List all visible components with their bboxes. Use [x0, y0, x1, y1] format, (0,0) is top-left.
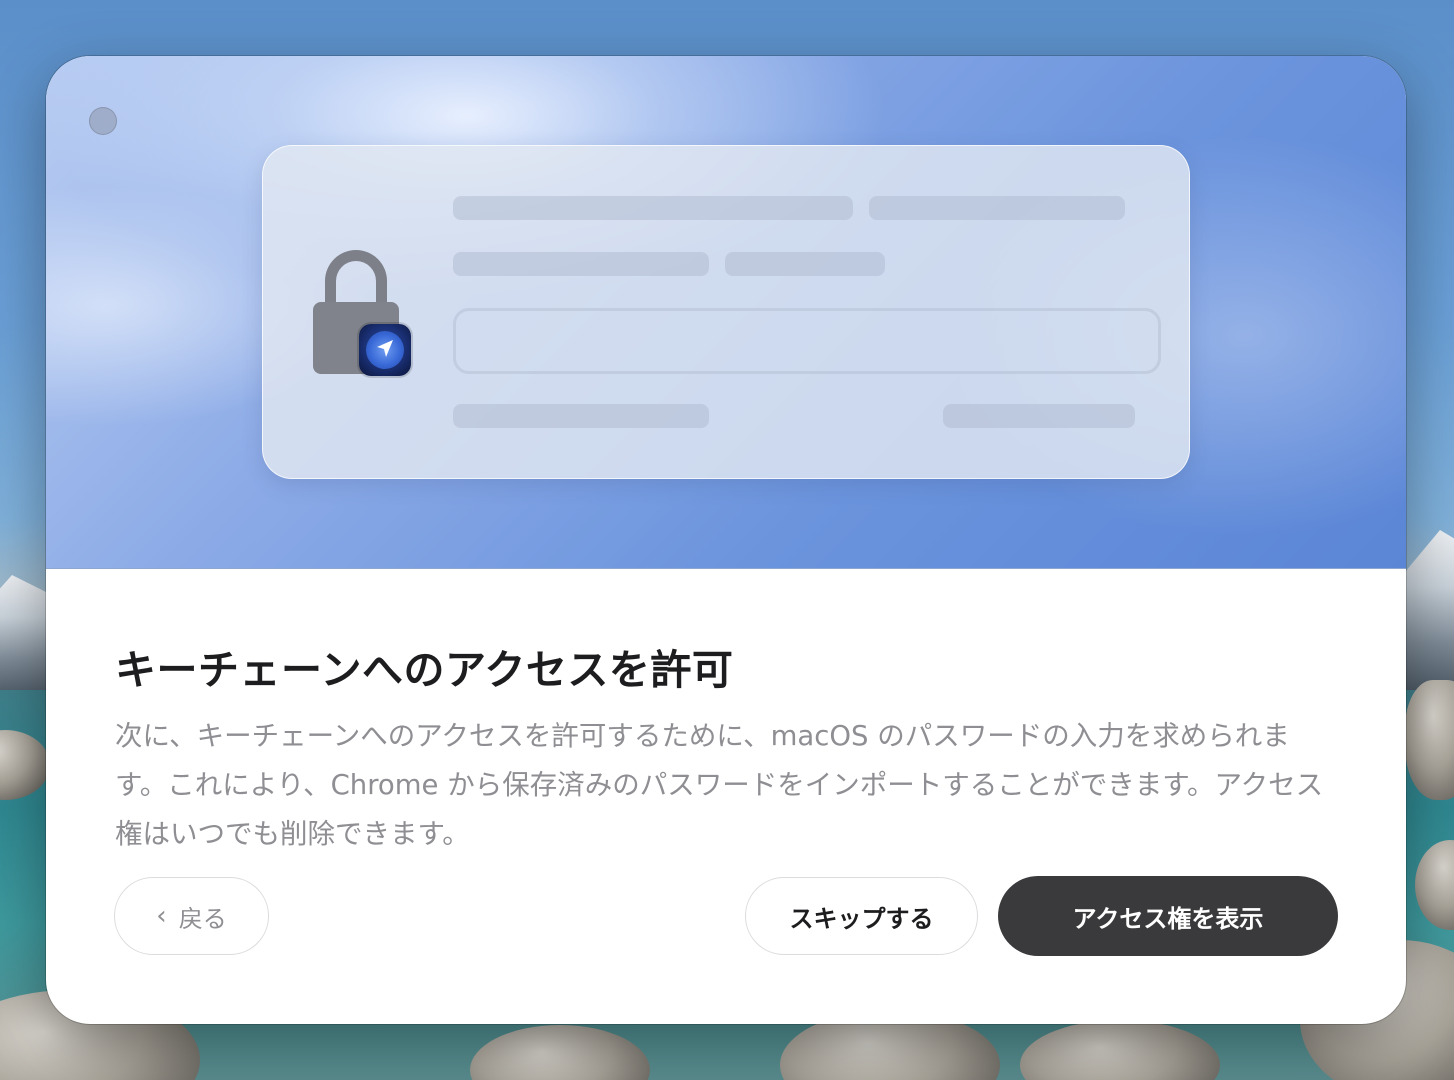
- dialog-description: 次に、キーチェーンへのアクセスを許可するために、macOS のパスワードの入力を…: [115, 720, 1324, 850]
- placeholder-field: [453, 308, 1161, 374]
- lock-icon: [313, 250, 415, 376]
- navigation-arrow-icon: [377, 340, 393, 357]
- placeholder-line: [869, 196, 1125, 220]
- app-badge-icon: [359, 324, 411, 376]
- back-button[interactable]: ‹ 戻る: [114, 877, 269, 955]
- placeholder-line: [453, 404, 709, 428]
- close-dot-icon[interactable]: [89, 107, 117, 135]
- back-button-label: 戻る: [178, 904, 227, 933]
- wallpaper-rock: [1405, 680, 1454, 800]
- keychain-access-dialog: キーチェーンへのアクセスを許可 次に、キーチェーンへのアクセスを許可するために、…: [46, 56, 1406, 1024]
- wallpaper-mountain: [1400, 530, 1454, 690]
- placeholder-line: [453, 196, 853, 220]
- show-access-button-label: アクセス権を表示: [1072, 904, 1264, 933]
- skip-button[interactable]: スキップする: [745, 877, 978, 955]
- chevron-left-icon: ‹: [156, 901, 167, 931]
- placeholder-line: [453, 252, 709, 276]
- dialog-hero-illustration: [46, 56, 1406, 569]
- skip-button-label: スキップする: [789, 904, 934, 933]
- placeholder-line: [725, 252, 885, 276]
- show-access-button[interactable]: アクセス権を表示: [998, 876, 1338, 956]
- dialog-title: キーチェーンへのアクセスを許可: [115, 646, 734, 694]
- placeholder-line: [943, 404, 1135, 428]
- password-prompt-illustration: [262, 145, 1190, 479]
